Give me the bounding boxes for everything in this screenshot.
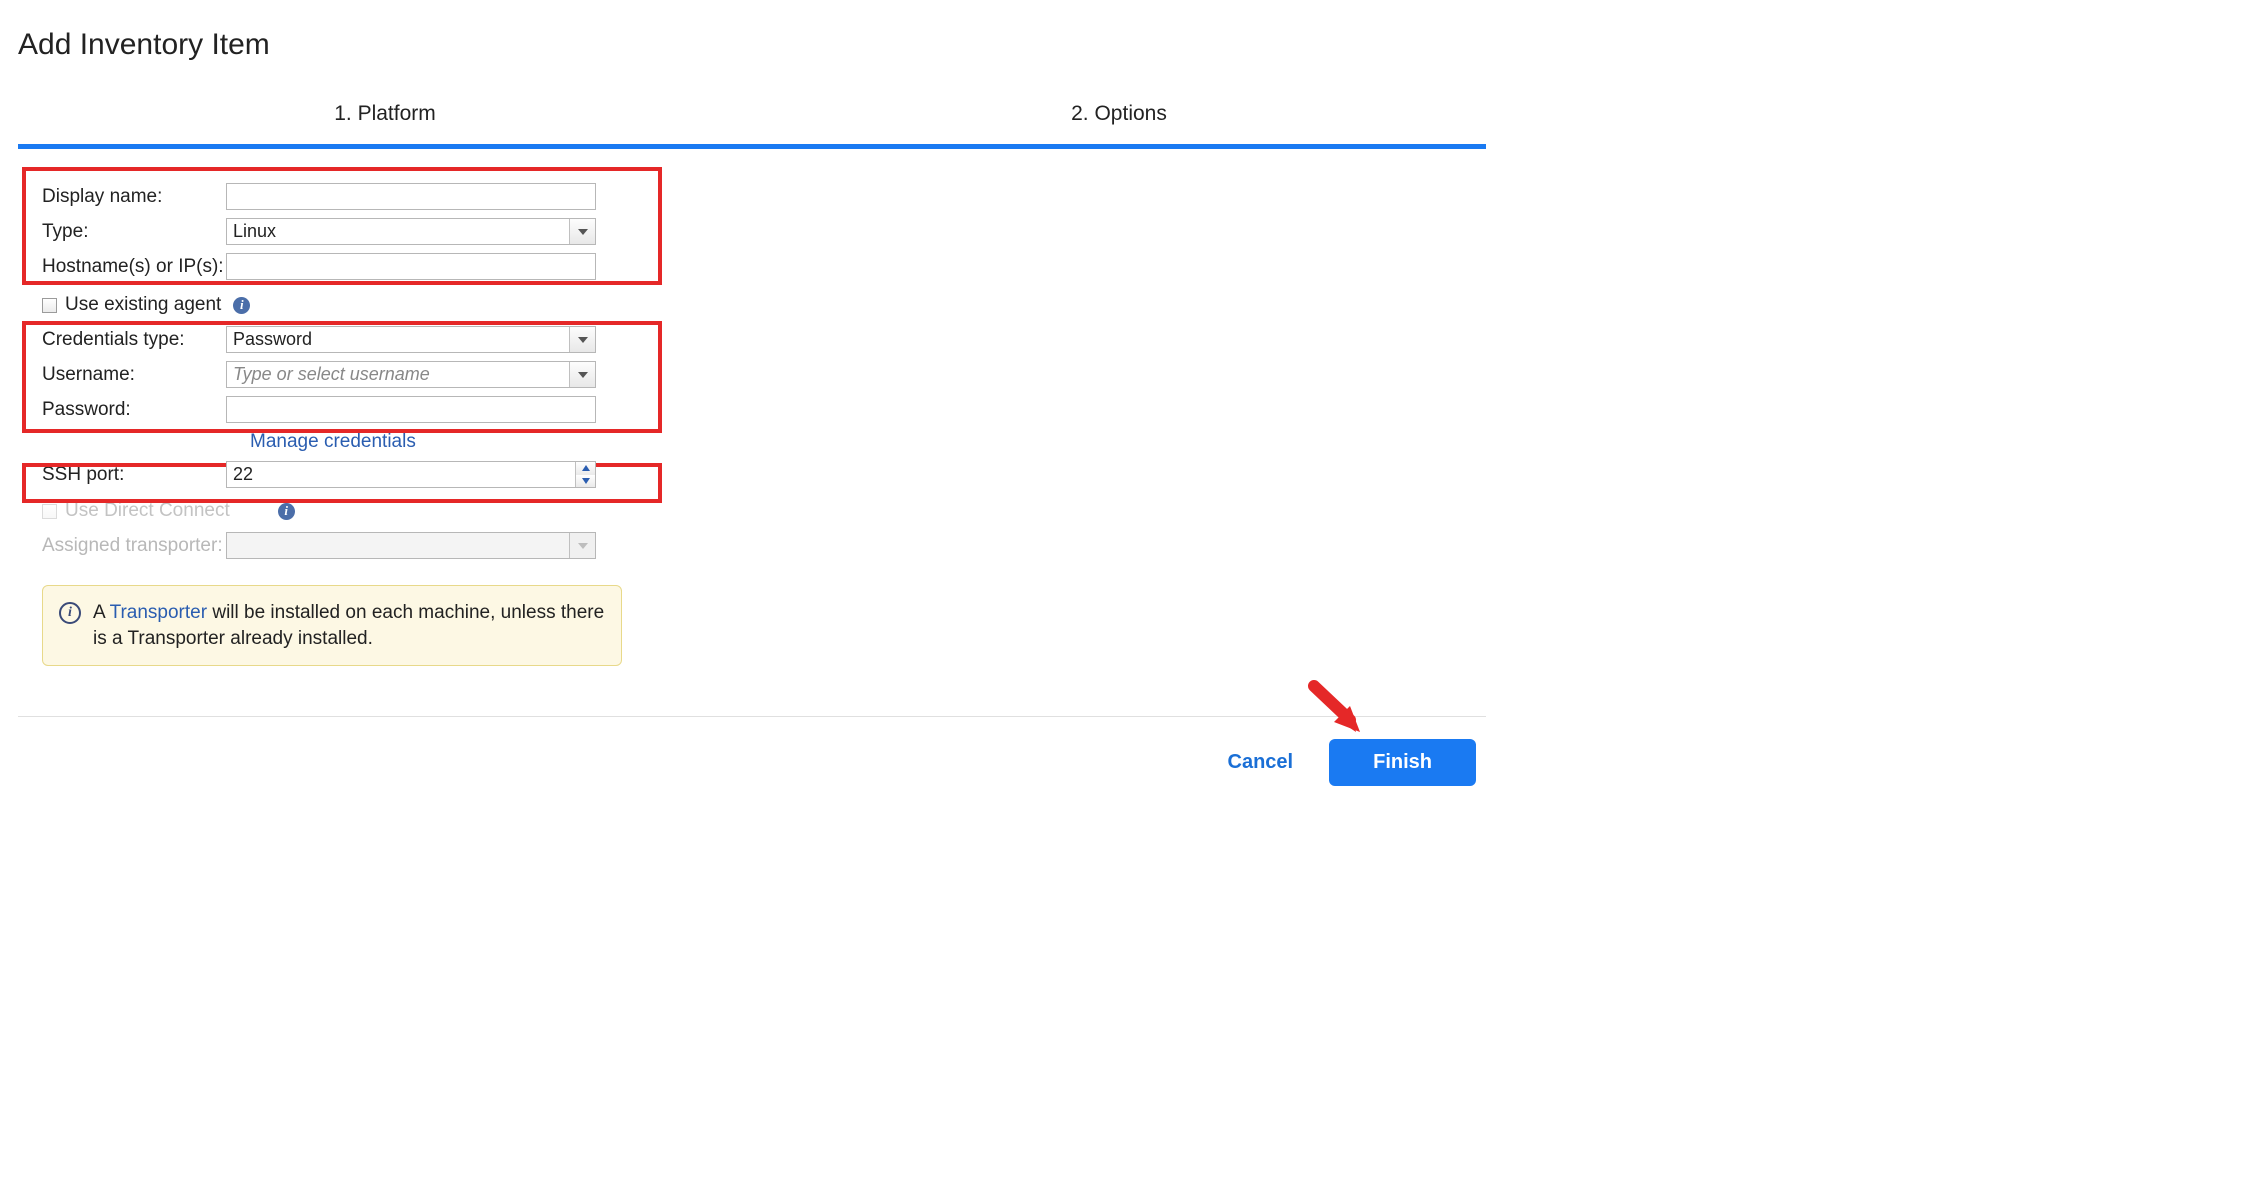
label-ssh-port: SSH port: xyxy=(18,464,226,486)
label-assigned-transporter: Assigned transporter: xyxy=(18,535,226,557)
form-area: Display name: Type: Linux Hostname(s) or… xyxy=(18,173,668,666)
label-use-direct-connect: Use Direct Connect xyxy=(65,500,230,522)
label-type: Type: xyxy=(18,221,226,243)
chevron-down-icon[interactable] xyxy=(569,362,595,387)
type-select-value: Linux xyxy=(233,221,276,242)
notice-text-a: A xyxy=(93,602,110,623)
transporter-link[interactable]: Transporter xyxy=(110,602,208,623)
username-placeholder: Type or select username xyxy=(233,364,430,385)
cancel-button[interactable]: Cancel xyxy=(1220,741,1302,784)
username-combo[interactable]: Type or select username xyxy=(226,361,596,388)
info-icon[interactable]: i xyxy=(233,297,250,314)
chevron-down-icon[interactable] xyxy=(569,219,595,244)
step-platform[interactable]: 1. Platform xyxy=(18,102,752,144)
finish-button[interactable]: Finish xyxy=(1329,739,1476,786)
ssh-port-value: 22 xyxy=(233,464,253,485)
password-input[interactable] xyxy=(226,396,596,423)
credentials-type-select[interactable]: Password xyxy=(226,326,596,353)
label-display-name: Display name: xyxy=(18,186,226,208)
type-select[interactable]: Linux xyxy=(226,218,596,245)
step-bar: 1. Platform 2. Options xyxy=(18,102,1486,144)
manage-credentials-link[interactable]: Manage credentials xyxy=(250,431,416,453)
footer-buttons: Cancel Finish xyxy=(18,717,1486,808)
display-name-input[interactable] xyxy=(226,183,596,210)
assigned-transporter-select xyxy=(226,532,596,559)
chevron-down-icon[interactable] xyxy=(569,327,595,352)
ssh-port-spinner[interactable]: 22 xyxy=(226,461,596,488)
annotation-arrow-icon xyxy=(1308,680,1364,742)
label-hostnames: Hostname(s) or IP(s): xyxy=(18,256,226,278)
label-password: Password: xyxy=(18,399,226,421)
use-existing-agent-checkbox[interactable] xyxy=(42,298,57,313)
step-options[interactable]: 2. Options xyxy=(752,102,1486,144)
label-username: Username: xyxy=(18,364,226,386)
credentials-type-value: Password xyxy=(233,329,312,350)
notice-text: A Transporter will be installed on each … xyxy=(93,600,605,651)
spinner-up-icon[interactable] xyxy=(576,462,595,475)
hostnames-input[interactable] xyxy=(226,253,596,280)
chevron-down-icon xyxy=(569,533,595,558)
spinner-down-icon[interactable] xyxy=(576,475,595,488)
label-credentials-type: Credentials type: xyxy=(18,329,226,351)
page-title: Add Inventory Item xyxy=(18,28,1486,62)
step-underline xyxy=(18,144,1486,149)
info-icon: i xyxy=(59,602,81,624)
info-icon[interactable]: i xyxy=(278,503,295,520)
use-direct-connect-checkbox xyxy=(42,504,57,519)
info-notice: i A Transporter will be installed on eac… xyxy=(42,585,622,666)
label-use-existing-agent: Use existing agent xyxy=(65,294,221,316)
